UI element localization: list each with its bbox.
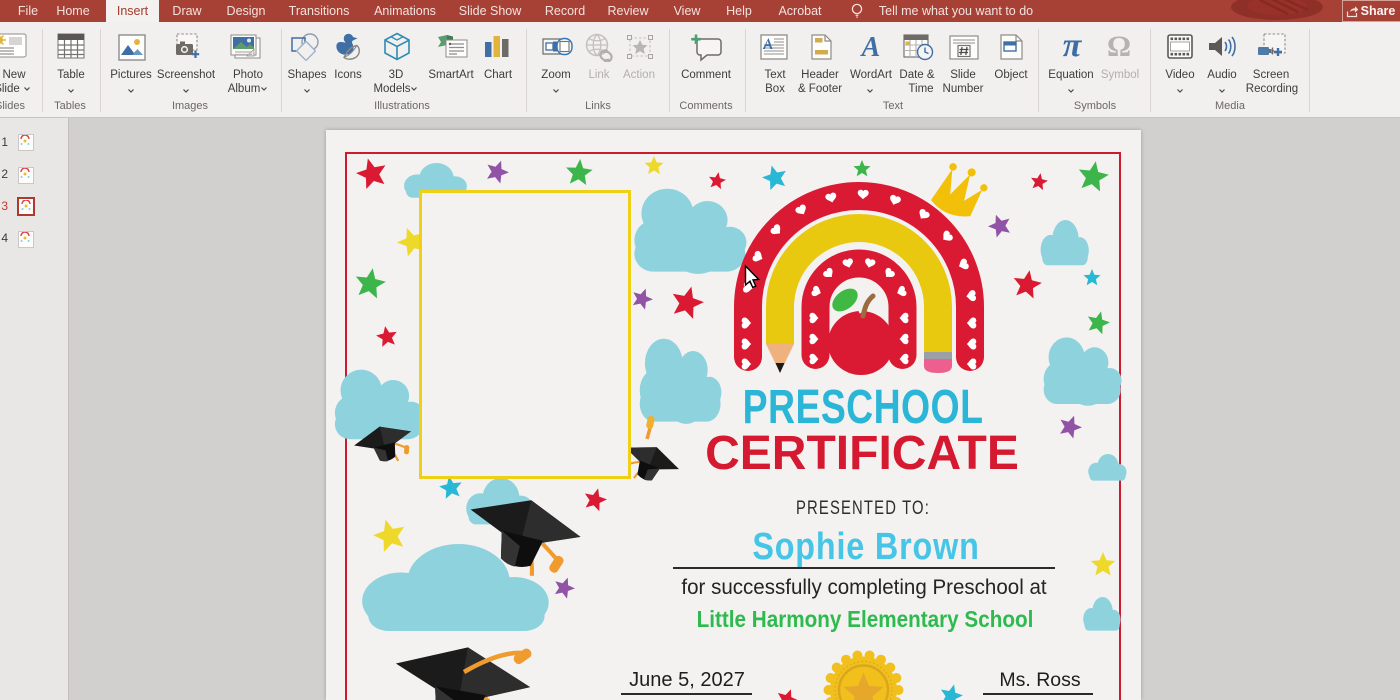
svg-text:Ω: Ω (1107, 32, 1131, 60)
svg-text:A: A (860, 34, 881, 60)
svg-text:π: π (1063, 31, 1083, 61)
